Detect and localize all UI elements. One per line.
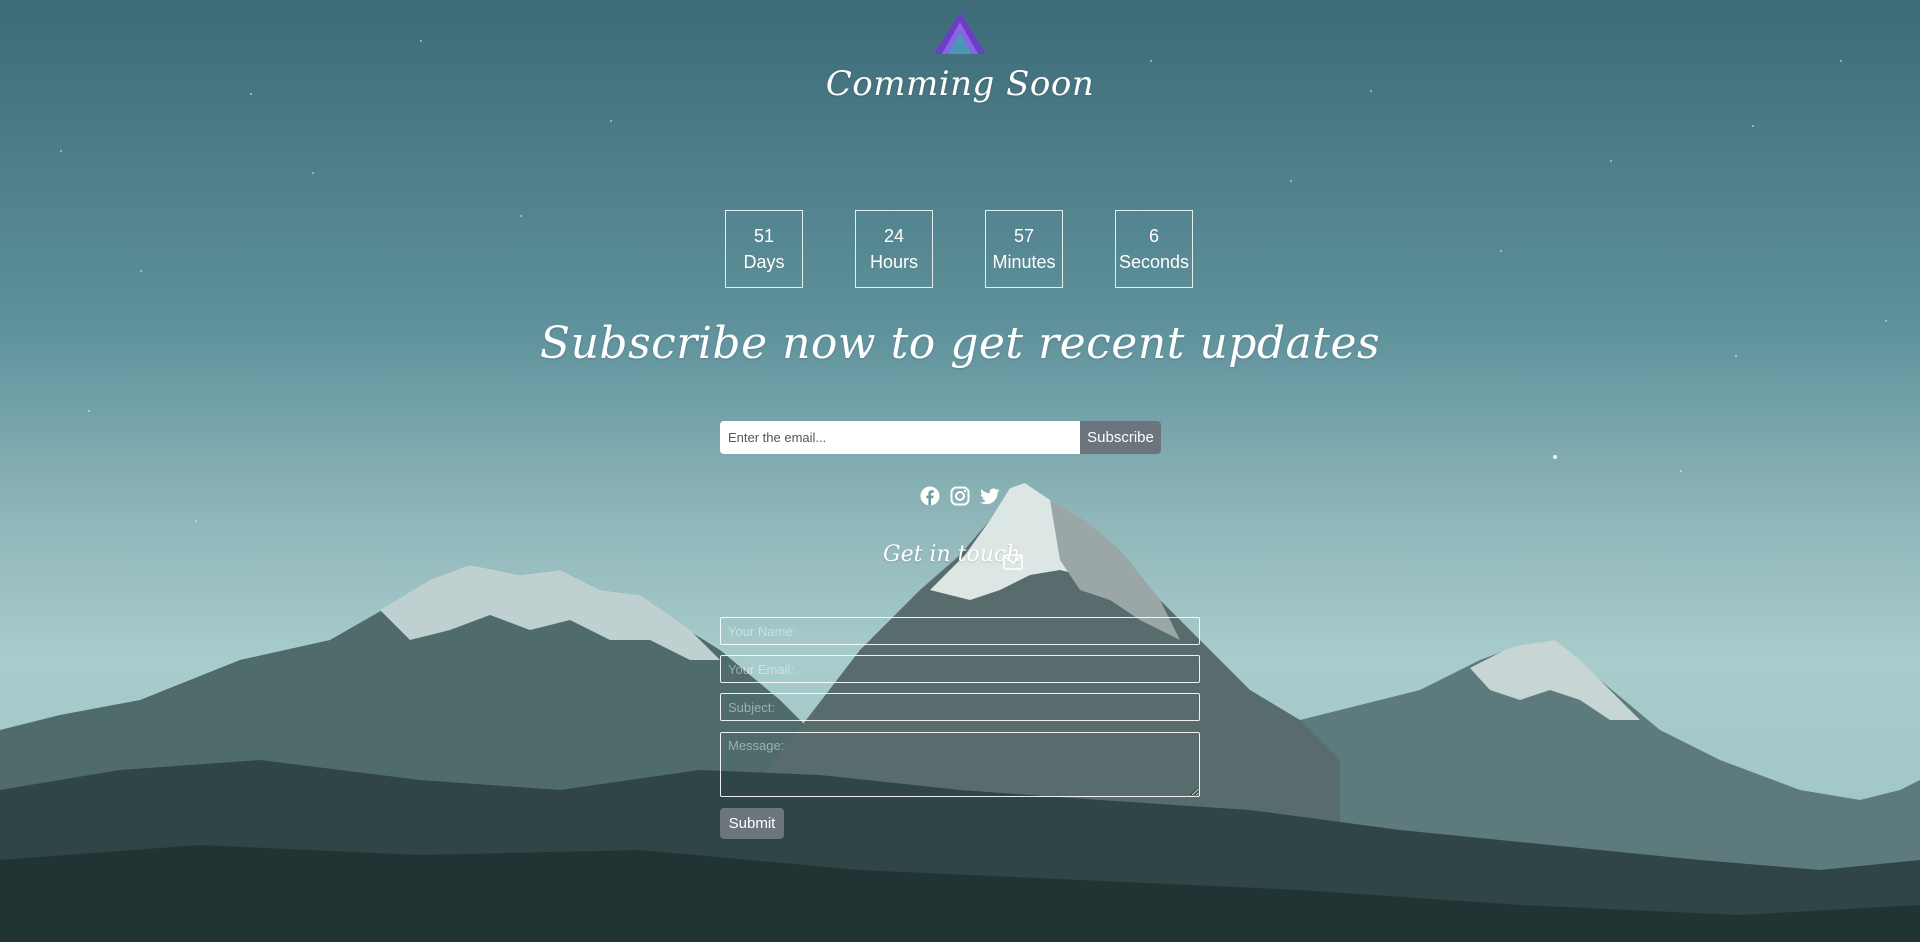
subscribe-email-input[interactable] xyxy=(720,421,1080,454)
twitter-icon[interactable] xyxy=(980,486,1000,506)
countdown-unit: Minutes xyxy=(992,252,1056,272)
facebook-icon[interactable] xyxy=(920,486,940,506)
message-field[interactable] xyxy=(720,732,1200,797)
countdown-unit: Hours xyxy=(869,252,918,272)
countdown-value: 6 xyxy=(1148,226,1159,246)
countdown-value: 24 xyxy=(883,226,905,246)
brand-title: Comming Soon xyxy=(825,64,1095,104)
coming-soon-page: Comming Soon 51 Days 24 Hours 57 Minutes… xyxy=(0,0,1920,942)
mountain-logo-icon xyxy=(934,12,986,54)
countdown-days: 51 Days xyxy=(725,210,803,288)
contact-heading: Get in touch xyxy=(880,540,1040,576)
subscribe-button[interactable]: Subscribe xyxy=(1080,421,1161,454)
instagram-icon[interactable] xyxy=(950,486,970,506)
social-links xyxy=(918,486,1002,508)
email-field[interactable] xyxy=(720,655,1200,683)
contact-heading-label: Get in touch xyxy=(883,542,1021,567)
envelope-icon xyxy=(1003,554,1023,570)
subscribe-headline: Subscribe now to get recent updates xyxy=(539,318,1381,369)
countdown-unit: Seconds xyxy=(1118,252,1190,272)
countdown-value: 57 xyxy=(1013,226,1035,246)
subscribe-form: Subscribe xyxy=(720,421,1161,454)
countdown-hours: 24 Hours xyxy=(855,210,933,288)
countdown-value: 51 xyxy=(753,226,775,246)
subject-field[interactable] xyxy=(720,693,1200,721)
countdown-minutes: 57 Minutes xyxy=(985,210,1063,288)
submit-button[interactable]: Submit xyxy=(720,808,784,839)
countdown-seconds: 6 Seconds xyxy=(1115,210,1193,288)
countdown-unit: Days xyxy=(743,252,785,272)
name-field[interactable] xyxy=(720,617,1200,645)
